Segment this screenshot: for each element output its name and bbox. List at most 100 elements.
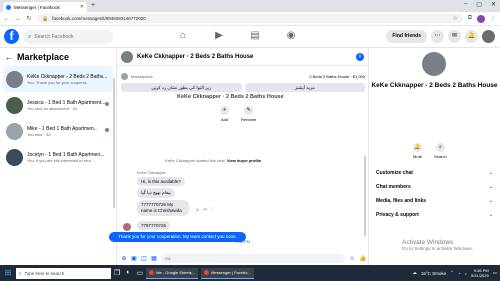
video-icon[interactable]: ▶ (212, 30, 226, 41)
conversation-item[interactable]: Jessica - 1 Bed 1 Bath Apartment... You … (3, 92, 113, 118)
chat-title[interactable]: KeKe Ckknapper · 2 Beds 2 Baths House (137, 54, 352, 60)
clock-date: 5/31/2025 (470, 273, 489, 278)
sticker-icon[interactable]: ◫ (141, 255, 147, 262)
sidebar-scrollbar[interactable] (113, 78, 115, 208)
contact-avatar[interactable] (422, 52, 446, 76)
notifications-icon[interactable]: 🔔 (465, 30, 478, 43)
task-view-icon[interactable]: ❐ (114, 269, 120, 277)
network-icon[interactable]: ◔ (458, 271, 461, 276)
reply-icon[interactable]: ↩ (203, 207, 207, 213)
incoming-message[interactable]: پیغام بھیج دیا گیا (137, 188, 175, 198)
more-icon[interactable]: ⋮ (210, 207, 215, 213)
incoming-message[interactable]: Hi, is this available? (137, 177, 185, 186)
emoji-icon[interactable]: ☺ (349, 256, 355, 262)
extensions-icon[interactable]: ⧉ (468, 15, 472, 22)
marketplace-icon[interactable]: ▤ (248, 30, 262, 41)
find-friends-button[interactable]: Find friends (386, 30, 427, 43)
weather-icon[interactable]: ☁ (412, 270, 417, 276)
conversation-item[interactable]: KeKe Ckknapper - 2 Beds 2 Baths... You: … (3, 66, 113, 92)
message-input[interactable] (161, 254, 345, 263)
maximize-icon[interactable]: ▢ (476, 1, 482, 8)
mute-button[interactable]: 🔔 Mute (413, 143, 422, 159)
chat-members-row[interactable]: Chat members ⌄ (373, 180, 496, 194)
back-arrow-icon[interactable]: ← (5, 53, 13, 62)
chat-avatar[interactable] (121, 50, 133, 63)
info-icon[interactable]: i (356, 52, 364, 61)
chat-scrollbar[interactable] (364, 156, 366, 236)
add-label: Add (220, 117, 229, 122)
browser-tab[interactable]: Messenger | Facebook ✕ (3, 2, 87, 12)
sender-avatar (123, 223, 131, 231)
gaming-icon[interactable]: ◉ (284, 30, 298, 41)
more-options-button[interactable]: مزید آپشنز (244, 83, 365, 92)
close-tab-icon[interactable]: ✕ (80, 4, 84, 10)
photo-icon[interactable]: ▣ (131, 255, 137, 262)
chevron-down-icon: ⌄ (488, 170, 493, 176)
like-icon[interactable]: 👍 (359, 255, 366, 262)
taskbar-app-sheets[interactable]: Me - Google Sheets... (146, 267, 199, 279)
mark-pending-button[interactable]: زیر التوا کی بطور نشان زد کریں (121, 83, 242, 92)
listing-bar[interactable]: Marketplace 2 Beds 2 Baths House · $1,00… (121, 70, 365, 82)
account-avatar[interactable] (482, 30, 495, 43)
sender-label: KeKe Ckknapper (137, 171, 166, 175)
message-tools: ☺ ↩ ⋮ (195, 207, 215, 213)
url-field[interactable]: 🔒 facebook.com/messages/t/89460831467720… (37, 14, 463, 23)
search-icon: ⌕ (19, 270, 22, 276)
volume-icon[interactable]: ♪ (465, 271, 467, 276)
tray-arrow-icon[interactable]: ⌃ (450, 270, 454, 276)
quick-replies: زیر التوا کی بطور نشان زد کریں مزید آپشن… (121, 83, 365, 92)
system-note: KeKe Ckknapper started this chat. View b… (165, 158, 261, 163)
windows-start-icon[interactable]: ⊞ (3, 268, 13, 278)
search-input[interactable] (34, 34, 105, 40)
add-icon: + (220, 106, 229, 115)
media-files-links-row[interactable]: Media, files and links ⌄ (373, 194, 496, 208)
customize-chat-row[interactable]: Customize chat ⌄ (373, 166, 496, 180)
view-buyer-profile-link[interactable]: View buyer profile (227, 158, 261, 163)
home-icon[interactable]: ⌂ (176, 30, 190, 41)
apps-menu-icon[interactable]: ⋯ (431, 30, 444, 43)
notification-center-icon[interactable]: ▭ (493, 270, 497, 276)
new-tab-button[interactable]: + (91, 2, 95, 9)
react-icon[interactable]: ☺ (195, 207, 200, 213)
bookmark-star-icon[interactable]: ☆ (452, 15, 457, 22)
profile-avatar[interactable] (477, 14, 485, 23)
incoming-message[interactable]: 7797770726 (137, 221, 171, 230)
file-explorer-icon[interactable]: ▭ (137, 269, 144, 277)
taskbar-app-messenger[interactable]: Messenger | Facebo... (201, 267, 254, 279)
chrome-icon (149, 270, 155, 275)
messenger-icon[interactable]: ✉ (448, 30, 461, 43)
marketplace-sidebar: ← Marketplace KeKe Ckknapper - 2 Beds 2 … (0, 48, 117, 265)
menu-label: Media, files and links (376, 198, 427, 204)
main-nav: ⌂ ▶ ▤ ◉ (176, 30, 298, 41)
add-button[interactable]: + Add (220, 106, 229, 122)
reload-icon[interactable]: ↻ (26, 15, 32, 22)
conversation-list: KeKe Ckknapper - 2 Beds 2 Baths... You: … (0, 66, 116, 170)
rename-button[interactable]: ✎ Rename (241, 106, 256, 122)
pinned-apps: ❐ ◐ ▭ (114, 269, 143, 277)
clock[interactable]: 9:36 PM 5/31/2025 (471, 268, 489, 278)
taskbar-app-label: Messenger | Facebo... (211, 270, 251, 275)
minimize-icon[interactable]: – (464, 1, 467, 8)
back-icon[interactable]: ← (4, 16, 10, 22)
gif-icon[interactable]: ▦ (151, 255, 157, 262)
conversation-preview: You: Thank you for your cooperat... (27, 79, 90, 85)
incoming-message[interactable]: 7777770726 My name is Chrishawda (137, 200, 189, 216)
taskbar-app-label: Me - Google Sheets... (156, 270, 196, 275)
forward-icon[interactable]: → (15, 16, 21, 22)
edge-icon[interactable]: ◐ (126, 269, 130, 277)
conversation-item[interactable]: Mike - 1 Bed 1 Bath Apartmen... You sent… (3, 118, 113, 144)
plus-icon[interactable]: ⊕ (121, 255, 127, 262)
conversation-preview: You: If you are still interested to rent… (27, 157, 94, 163)
taskbar-search[interactable]: ⌕ Type here to search (16, 267, 111, 279)
privacy-support-row[interactable]: Privacy & support ⌄ (373, 208, 496, 222)
facebook-search[interactable]: ⌕ (23, 30, 113, 44)
outgoing-message[interactable]: Thank you for your cooperation. My team … (109, 232, 246, 242)
facebook-logo-icon[interactable]: f (4, 29, 19, 44)
close-window-icon[interactable]: ✕ (491, 1, 496, 8)
menu-dots-icon[interactable]: ⋮ (490, 15, 496, 22)
search-button[interactable]: ⌕ Search (434, 143, 447, 159)
weather-text[interactable]: 15°C Smoke (421, 271, 446, 276)
search-label: Search (434, 154, 447, 159)
chat-details-pane: KeKe Ckknapper - 2 Beds 2 Baths House 🔔 … (369, 48, 500, 265)
conversation-item[interactable]: Jocelyn - 1 Bed 1 Bath Apartmen... You: … (3, 144, 113, 170)
